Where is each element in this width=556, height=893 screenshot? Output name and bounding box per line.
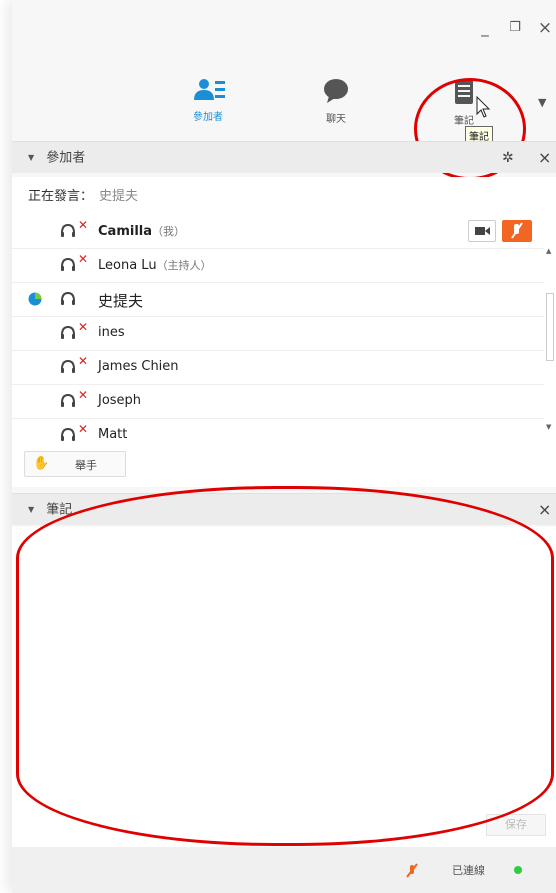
participant-row[interactable]: 史提夫 bbox=[12, 283, 544, 317]
restore-button[interactable]: ❐ bbox=[506, 18, 524, 38]
participant-name: Camilla（我） bbox=[98, 224, 185, 239]
speaking-label: 正在發言： bbox=[28, 189, 94, 204]
headset-icon bbox=[61, 291, 75, 305]
minimize-button[interactable]: _ bbox=[476, 18, 494, 38]
tab-participants[interactable]: 參加者 bbox=[176, 78, 240, 123]
settings-gear-icon[interactable]: ✲ bbox=[502, 142, 514, 174]
participant-name: Joseph bbox=[98, 393, 142, 408]
participant-name: 史提夫 bbox=[98, 292, 144, 310]
participants-list: 正在發言： 史提夫 ✕ Camilla（我） ✕ Leona Lu（主持人） 史提… bbox=[12, 177, 556, 487]
participant-row[interactable]: ✕ ines bbox=[12, 317, 544, 351]
muted-x-icon: ✕ bbox=[78, 388, 89, 402]
raise-hand-label: 舉手 bbox=[75, 459, 97, 472]
headset-icon bbox=[61, 223, 75, 237]
participant-name: Matt bbox=[98, 427, 128, 441]
muted-x-icon: ✕ bbox=[78, 252, 89, 266]
notes-panel-close-icon[interactable]: × bbox=[538, 494, 551, 526]
more-dropdown-icon[interactable]: ▼ bbox=[538, 96, 546, 109]
connection-status: 已連線 bbox=[452, 864, 485, 877]
muted-x-icon: ✕ bbox=[78, 320, 89, 334]
participants-panel-title: 參加者 bbox=[46, 150, 86, 166]
speaking-indicator: 正在發言： 史提夫 bbox=[28, 185, 138, 204]
participant-row[interactable]: ✕ Matt bbox=[12, 419, 544, 441]
participant-row[interactable]: ✕ Camilla（我） bbox=[12, 215, 544, 249]
speaking-name: 史提夫 bbox=[99, 189, 139, 204]
muted-x-icon: ✕ bbox=[78, 354, 89, 368]
active-speaker-icon bbox=[28, 292, 42, 306]
headset-icon bbox=[61, 325, 75, 339]
participant-name: Leona Lu（主持人） bbox=[98, 258, 212, 273]
participant-row[interactable]: ✕ Leona Lu（主持人） bbox=[12, 249, 544, 283]
muted-x-icon: ✕ bbox=[78, 422, 89, 436]
video-camera-icon[interactable] bbox=[468, 220, 496, 242]
headset-icon bbox=[61, 393, 75, 407]
microphone-muted-status-icon[interactable] bbox=[404, 863, 420, 879]
headset-icon bbox=[61, 359, 75, 373]
close-button[interactable]: × bbox=[536, 18, 554, 38]
hand-icon: ✋ bbox=[33, 456, 50, 471]
headset-icon bbox=[61, 257, 75, 271]
scroll-down-icon[interactable]: ▼ bbox=[546, 423, 551, 431]
annotation-circle-notes-panel bbox=[16, 486, 554, 846]
connected-dot-icon bbox=[514, 866, 522, 874]
participant-row[interactable]: ✕ James Chien bbox=[12, 351, 544, 385]
participants-icon bbox=[194, 79, 225, 100]
status-bar: 已連線 bbox=[12, 847, 556, 893]
tab-chat[interactable]: 聊天 bbox=[304, 78, 368, 125]
raise-hand-button[interactable]: ✋ 舉手 bbox=[24, 451, 126, 477]
tab-participants-label: 參加者 bbox=[193, 112, 223, 123]
participant-name: James Chien bbox=[98, 359, 179, 374]
participants-scrollbar[interactable]: ▲ ▼ bbox=[544, 247, 556, 447]
headset-icon bbox=[61, 427, 75, 441]
muted-x-icon: ✕ bbox=[78, 218, 89, 232]
scroll-up-icon[interactable]: ▲ bbox=[546, 247, 551, 255]
chat-icon bbox=[324, 79, 348, 103]
tab-chat-label: 聊天 bbox=[326, 114, 346, 125]
scrollbar-thumb[interactable] bbox=[546, 293, 554, 361]
microphone-muted-icon[interactable] bbox=[502, 220, 532, 242]
participants-panel-header[interactable]: ▼ 參加者 ✲ × bbox=[12, 141, 556, 173]
participant-name: ines bbox=[98, 325, 125, 340]
collapse-arrow-icon[interactable]: ▼ bbox=[28, 153, 34, 162]
participants-panel-close-icon[interactable]: × bbox=[538, 142, 551, 174]
collapse-arrow-icon[interactable]: ▼ bbox=[28, 505, 34, 514]
participant-row[interactable]: ✕ Joseph bbox=[12, 385, 544, 419]
